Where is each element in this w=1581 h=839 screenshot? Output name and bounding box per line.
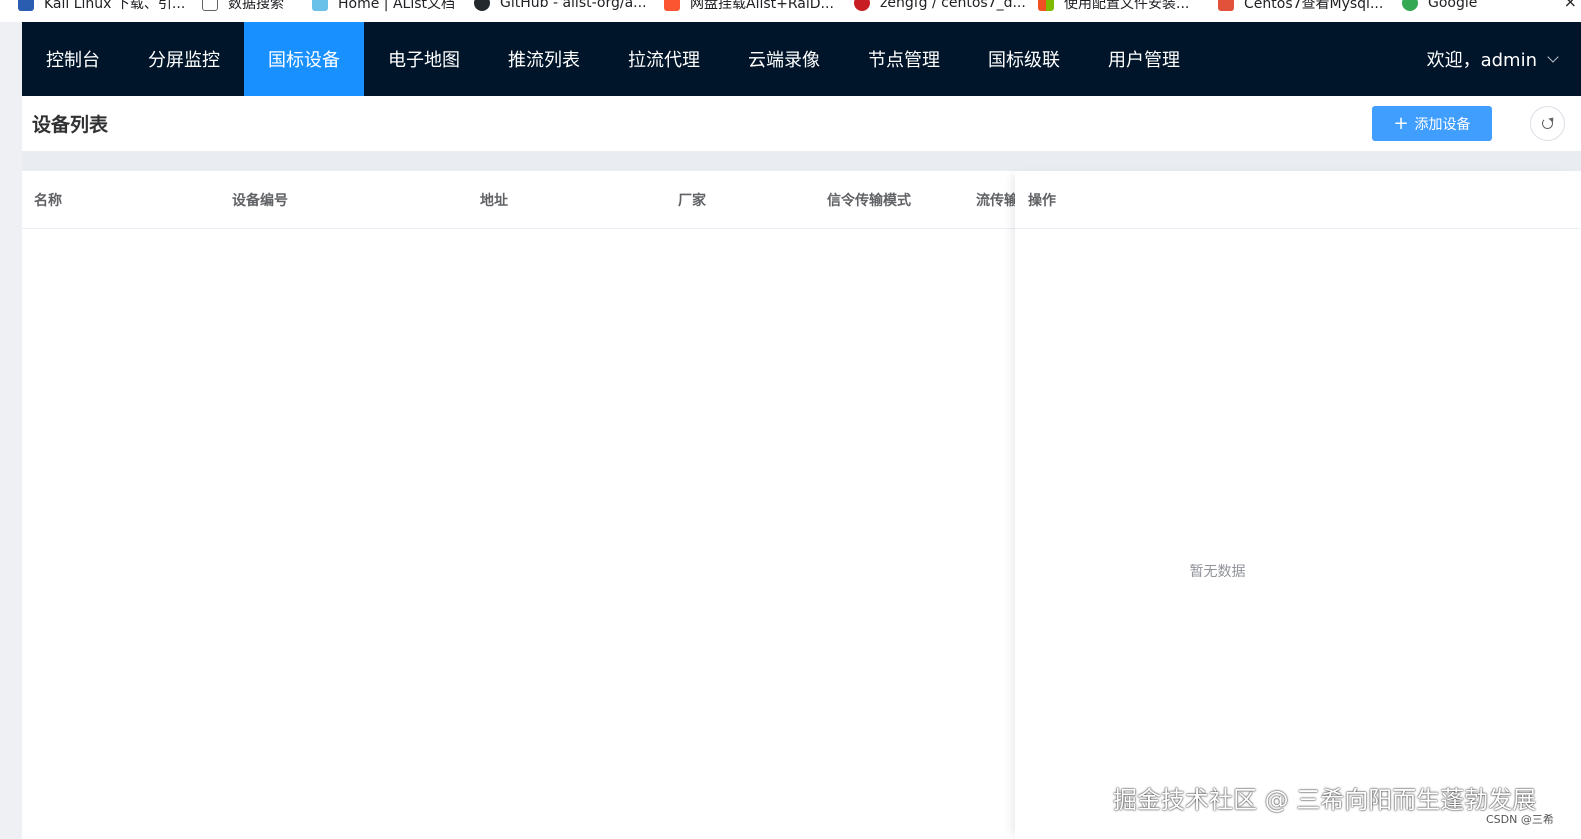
nav-item-node-manage[interactable]: 节点管理: [844, 22, 964, 96]
left-edge: [0, 22, 22, 839]
user-greeting: 欢迎，admin: [1426, 50, 1537, 71]
nav-item-gb-cascade[interactable]: 国标级联: [964, 22, 1084, 96]
nav-item-cloud-record[interactable]: 云端录像: [724, 22, 844, 96]
column-header-manufacturer[interactable]: 厂家: [678, 171, 706, 229]
csdn-icon: [664, 0, 680, 11]
chevron-down-icon: [1547, 51, 1559, 63]
page-title: 设备列表: [32, 114, 109, 136]
section-divider: [22, 151, 1581, 171]
bookmark-microsoft[interactable]: 使用配置文件安装...: [1038, 0, 1189, 14]
add-device-button[interactable]: + 添加设备: [1372, 106, 1492, 141]
column-header-stream-transport[interactable]: 流传输模式: [976, 171, 1015, 229]
bookmark-csdn[interactable]: 网盘挂载Alist+RaiD...: [664, 0, 834, 14]
nav-item-push-list[interactable]: 推流列表: [484, 22, 604, 96]
fixed-column-panel: 操作 暂无数据: [1015, 171, 1581, 839]
microsoft-icon: [1038, 0, 1054, 11]
bookmark-mysql[interactable]: Centos7查看Mysql...: [1218, 0, 1383, 14]
alist-icon: [312, 0, 328, 11]
kali-icon: [18, 0, 34, 11]
plus-icon: +: [1393, 112, 1409, 134]
bookmarks-bar: Kali Linux 下载、引... 数据搜索 Home | AList文档 G…: [0, 0, 1581, 22]
device-table: 名称 设备编号 地址 厂家 信令传输模式 流传输模式 操作 暂无数据: [22, 171, 1581, 839]
refresh-icon: [1542, 118, 1553, 129]
page-icon: [202, 0, 218, 11]
nav-item-gb-devices[interactable]: 国标设备: [244, 22, 364, 96]
add-device-label: 添加设备: [1414, 116, 1471, 133]
nav-item-split-monitor[interactable]: 分屏监控: [124, 22, 244, 96]
fixed-column-header: 操作: [1015, 171, 1581, 229]
close-icon[interactable]: ×: [1564, 0, 1577, 11]
bookmark-alist[interactable]: Home | AList文档: [312, 0, 455, 14]
nav-item-map[interactable]: 电子地图: [364, 22, 484, 96]
column-header-name[interactable]: 名称: [34, 171, 62, 229]
bookmark-gitee[interactable]: zengfg / centos7_d...: [854, 0, 1026, 14]
nav-item-pull-proxy[interactable]: 拉流代理: [604, 22, 724, 96]
bookmark-github[interactable]: GitHub - alist-org/a...: [474, 0, 647, 14]
empty-state-text: 暂无数据: [1189, 564, 1246, 580]
column-header-actions: 操作: [1028, 193, 1056, 209]
nav-item-console[interactable]: 控制台: [22, 22, 124, 96]
column-header-address[interactable]: 地址: [480, 171, 508, 229]
bookmark-kali[interactable]: Kali Linux 下载、引...: [18, 0, 185, 14]
watermark: 掘金技术社区 @ 三希向阳而生蓬勃发展: [1113, 786, 1537, 814]
column-header-signal-transport[interactable]: 信令传输模式: [827, 171, 911, 229]
column-header-device-id[interactable]: 设备编号: [232, 171, 288, 229]
gitee-icon: [854, 0, 870, 11]
nav-item-user-manage[interactable]: 用户管理: [1084, 22, 1204, 96]
bookmark-google[interactable]: Google: [1402, 0, 1477, 14]
bookmark-data-search[interactable]: 数据搜索: [202, 0, 284, 14]
user-menu[interactable]: 欢迎，admin: [1426, 22, 1559, 96]
csdn-watermark: CSDN @三希: [1486, 813, 1554, 826]
google-icon: [1402, 0, 1418, 11]
github-icon: [474, 0, 490, 11]
refresh-button[interactable]: [1530, 106, 1565, 141]
page-header: 设备列表 + 添加设备: [22, 96, 1581, 151]
blog-icon: [1218, 0, 1234, 11]
top-nav: 控制台 分屏监控 国标设备 电子地图 推流列表 拉流代理 云端录像 节点管理 国…: [22, 22, 1581, 96]
